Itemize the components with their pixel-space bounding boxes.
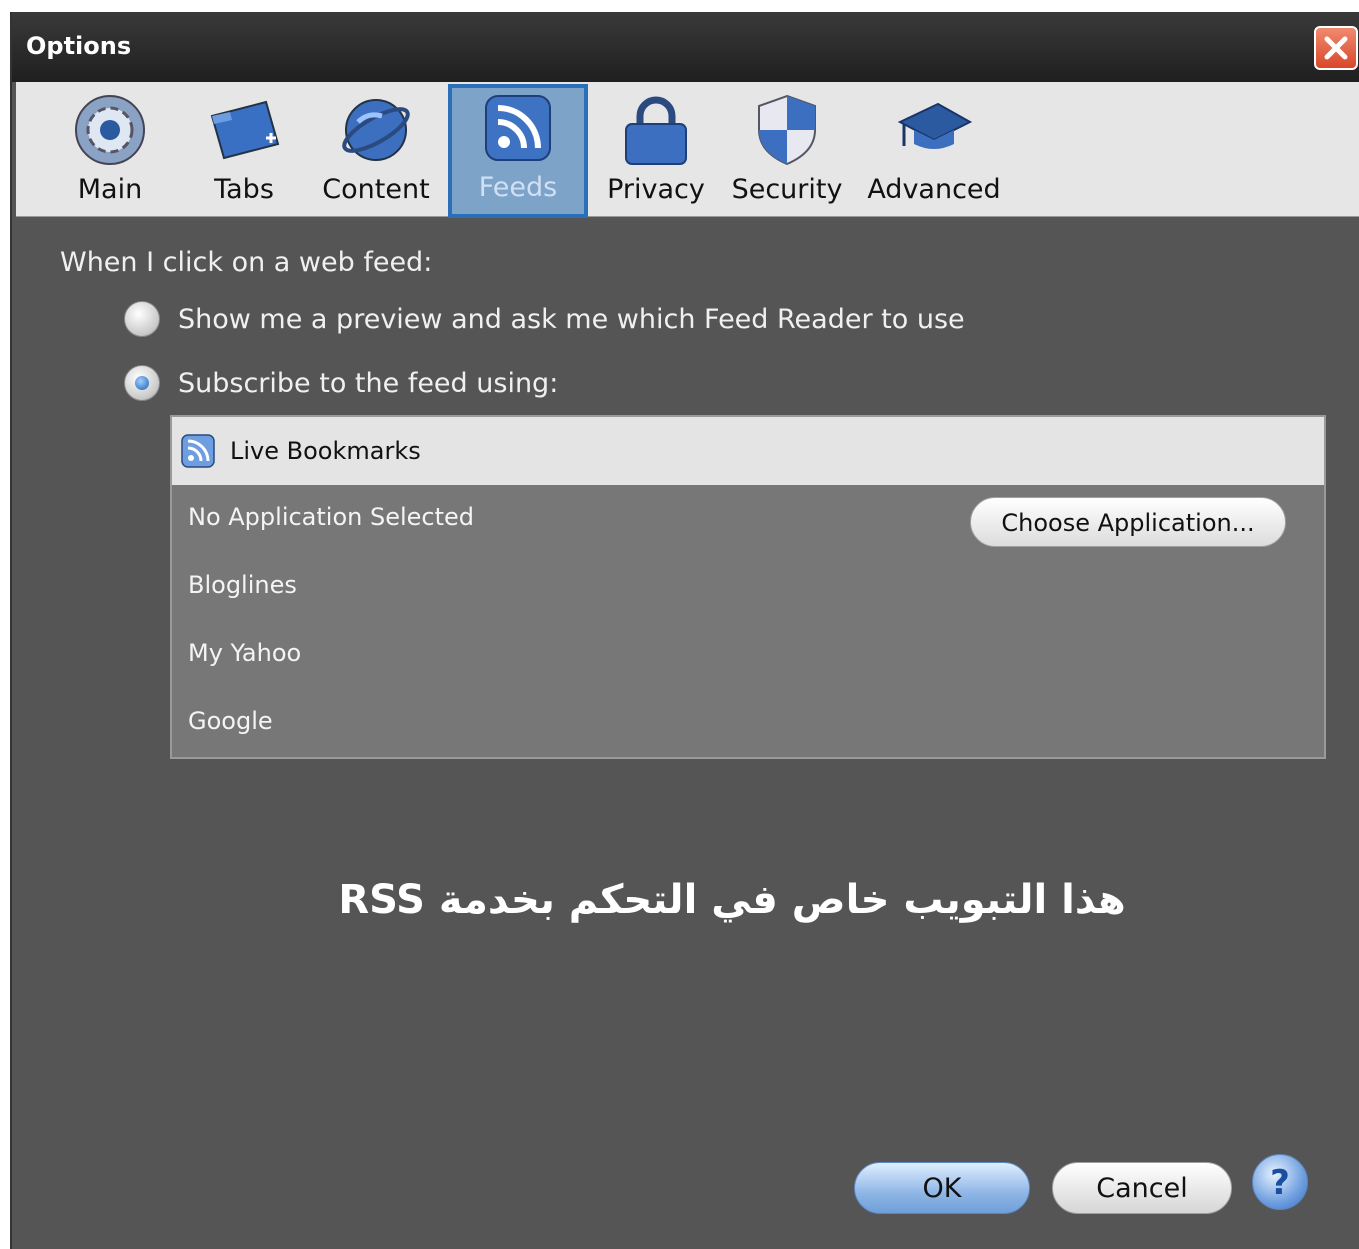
tab-advanced[interactable]: Advanced <box>864 88 1004 208</box>
tab-label: Tabs <box>214 174 274 205</box>
tab-main[interactable]: Main <box>50 88 170 208</box>
radio-button[interactable] <box>124 301 160 337</box>
radio-label: Subscribe to the feed using: <box>178 367 559 399</box>
choose-application-button[interactable]: Choose Application... <box>970 497 1286 547</box>
window-title: Options <box>26 32 132 60</box>
tab-security[interactable]: Security <box>722 88 852 208</box>
list-item-label: Live Bookmarks <box>230 437 421 465</box>
tab-label: Feeds <box>478 172 558 203</box>
radio-subscribe-option[interactable]: Subscribe to the feed using: <box>124 363 558 403</box>
tab-privacy[interactable]: Privacy <box>596 88 716 208</box>
close-icon <box>1324 36 1348 60</box>
feed-reader-list[interactable]: Live Bookmarks No Application Selected B… <box>170 415 1326 759</box>
list-item[interactable]: Bloglines <box>188 571 297 599</box>
tab-label: Privacy <box>607 174 705 205</box>
tab-tabs[interactable]: Tabs <box>184 88 304 208</box>
rss-feed-icon <box>485 95 551 161</box>
options-toolbar: Main Tabs Content Feeds Privacy Security… <box>16 82 1359 218</box>
lock-icon <box>625 96 687 165</box>
help-button[interactable]: ? <box>1252 1154 1308 1210</box>
radio-preview-option[interactable]: Show me a preview and ask me which Feed … <box>124 299 965 339</box>
list-item[interactable]: Google <box>188 707 273 735</box>
list-item-live-bookmarks[interactable]: Live Bookmarks <box>172 417 1324 485</box>
tab-label: Content <box>322 174 430 205</box>
tab-label: Security <box>731 174 843 205</box>
list-item[interactable]: My Yahoo <box>188 639 301 667</box>
tab-label: Advanced <box>867 174 1001 205</box>
close-button[interactable] <box>1314 26 1358 70</box>
graduation-cap-icon <box>897 102 973 149</box>
title-bar[interactable]: Options <box>12 12 1359 82</box>
list-item[interactable]: No Application Selected <box>188 503 474 531</box>
ok-button[interactable]: OK <box>854 1162 1030 1214</box>
radio-label: Show me a preview and ask me which Feed … <box>178 303 965 335</box>
shield-icon <box>758 94 816 166</box>
radio-button-checked[interactable] <box>124 365 160 401</box>
folder-tabs-icon <box>210 100 280 160</box>
annotation-caption: هذا التبويب خاص في التحكم بخدمة RSS <box>338 877 1126 923</box>
cancel-button[interactable]: Cancel <box>1052 1162 1232 1214</box>
rss-feed-icon <box>181 434 215 468</box>
tab-label: Main <box>77 174 143 205</box>
gear-icon <box>75 95 145 165</box>
options-window: Options Main Tabs Content Feeds Privacy … <box>10 12 1359 1249</box>
globe-icon <box>342 99 410 161</box>
tab-content[interactable]: Content <box>316 88 436 208</box>
feed-click-prompt: When I click on a web feed: <box>60 247 433 278</box>
tab-feeds[interactable]: Feeds <box>448 84 588 218</box>
